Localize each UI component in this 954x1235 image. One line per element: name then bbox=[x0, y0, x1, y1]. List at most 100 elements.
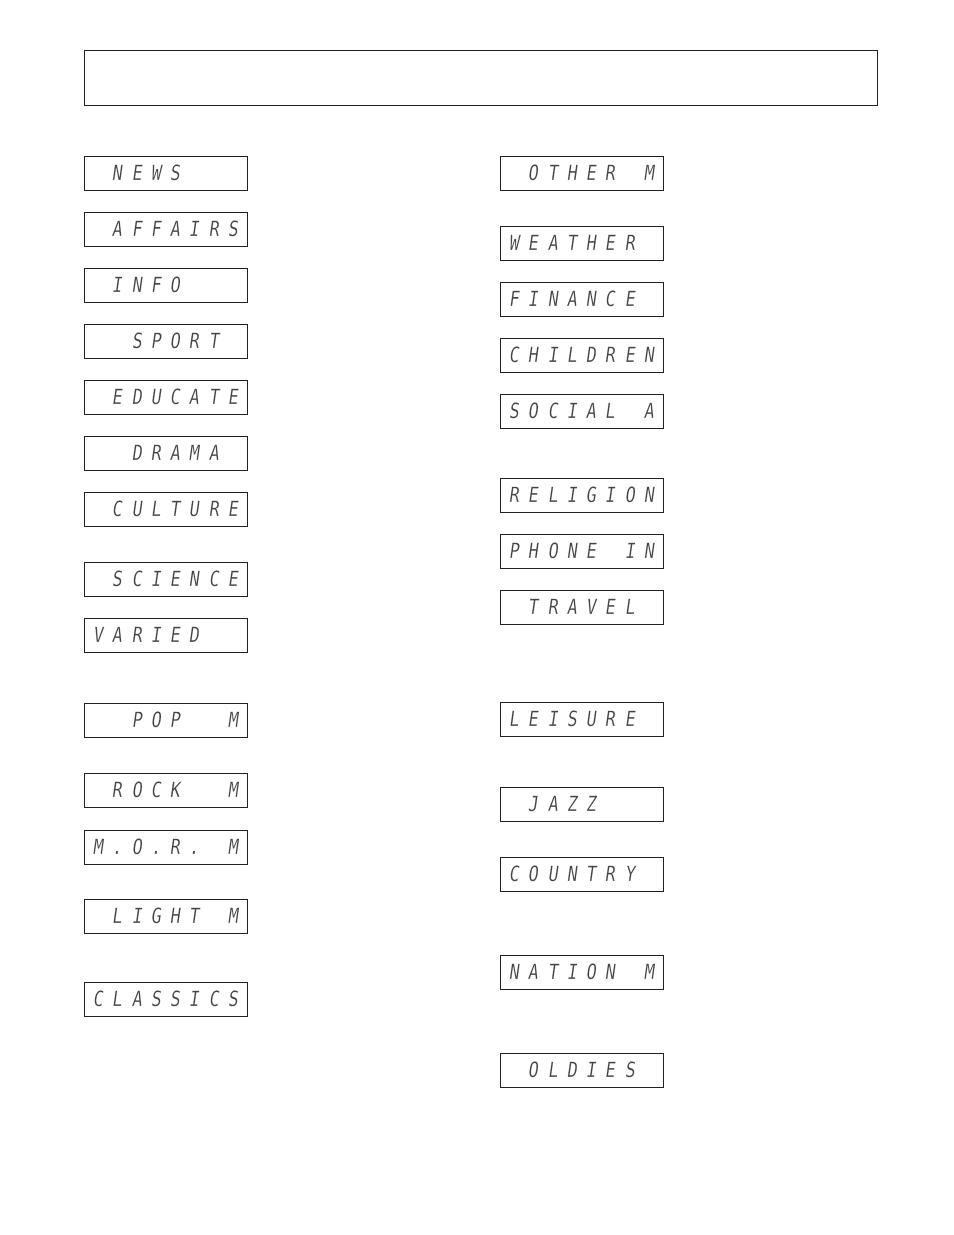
lcd-character bbox=[204, 899, 224, 934]
lcd-character: I bbox=[565, 483, 580, 507]
lcd-character: O bbox=[623, 483, 637, 507]
lcd-display: WEATHER bbox=[500, 226, 664, 261]
lcd-character: O bbox=[527, 862, 541, 886]
lcd-character bbox=[88, 773, 108, 808]
lcd-character: I bbox=[149, 623, 164, 647]
lcd-character: R bbox=[604, 862, 618, 886]
lcd-character: O bbox=[584, 960, 599, 984]
lcd-character: I bbox=[623, 539, 637, 563]
lcd-character: I bbox=[188, 987, 202, 1011]
lcd-character: E bbox=[226, 497, 241, 521]
lcd-display: NEWS bbox=[84, 156, 248, 191]
lcd-text: JAZZ bbox=[505, 788, 659, 821]
lcd-character: R bbox=[207, 217, 221, 241]
lcd-character: C bbox=[111, 497, 125, 521]
lcd-text: COUNTRY bbox=[505, 858, 659, 891]
lcd-character bbox=[639, 857, 659, 892]
lcd-character: T bbox=[527, 595, 541, 619]
lcd-character: R bbox=[604, 707, 618, 731]
lcd-text: TRAVEL bbox=[505, 591, 659, 624]
lcd-character: R bbox=[188, 329, 202, 353]
lcd-character: I bbox=[149, 567, 164, 591]
lcd-character bbox=[639, 282, 659, 317]
lcd-character: S bbox=[168, 987, 183, 1011]
lcd-character: C bbox=[149, 778, 164, 802]
lcd-character: D bbox=[188, 623, 202, 647]
lcd-character: A bbox=[168, 217, 183, 241]
lcd-text: DRAMA bbox=[89, 437, 243, 470]
lcd-character bbox=[223, 618, 243, 653]
lcd-character: R bbox=[149, 441, 164, 465]
lcd-character: A bbox=[188, 385, 202, 409]
lcd-character bbox=[504, 787, 524, 822]
lcd-character: A bbox=[130, 987, 144, 1011]
lcd-character: N bbox=[546, 287, 560, 311]
lcd-character: C bbox=[546, 399, 560, 423]
lcd-text: POP M bbox=[89, 704, 243, 737]
lcd-character bbox=[185, 773, 205, 808]
lcd-character: F bbox=[149, 217, 164, 241]
lcd-text: LEISURE bbox=[505, 703, 659, 736]
lcd-character: R bbox=[207, 497, 221, 521]
lcd-character: C bbox=[168, 385, 183, 409]
lcd-character: A bbox=[565, 595, 580, 619]
lcd-character: U bbox=[188, 497, 202, 521]
lcd-character: S bbox=[130, 329, 144, 353]
lcd-text: AFFAIRS bbox=[89, 213, 243, 246]
lcd-character: R bbox=[604, 161, 618, 185]
lcd-character: F bbox=[130, 217, 144, 241]
lcd-character bbox=[88, 268, 108, 303]
lcd-display: POP M bbox=[84, 703, 248, 738]
lcd-character: M bbox=[91, 835, 106, 859]
lcd-character bbox=[620, 394, 640, 429]
lcd-character: H bbox=[584, 231, 599, 255]
lcd-character: I bbox=[565, 960, 580, 984]
lcd-display: OLDIES bbox=[500, 1053, 664, 1088]
lcd-character: C bbox=[91, 987, 106, 1011]
lcd-character: C bbox=[507, 862, 522, 886]
lcd-character: T bbox=[584, 862, 599, 886]
lcd-character: M bbox=[188, 441, 202, 465]
lcd-character bbox=[639, 226, 659, 261]
lcd-character: N bbox=[565, 862, 580, 886]
lcd-character: W bbox=[507, 231, 522, 255]
lcd-display: AFFAIRS bbox=[84, 212, 248, 247]
lcd-display: PHONE IN bbox=[500, 534, 664, 569]
lcd-character bbox=[504, 1053, 524, 1088]
lcd-character: L bbox=[149, 497, 164, 521]
lcd-display: ROCK M bbox=[84, 773, 248, 808]
lcd-character: E bbox=[226, 567, 241, 591]
lcd-character: U bbox=[584, 707, 599, 731]
lcd-character: U bbox=[149, 385, 164, 409]
lcd-character: C bbox=[507, 343, 522, 367]
lcd-character: A bbox=[111, 217, 125, 241]
lcd-character: N bbox=[604, 960, 618, 984]
lcd-character: G bbox=[149, 904, 164, 928]
lcd-character: S bbox=[111, 567, 125, 591]
lcd-character: N bbox=[642, 539, 657, 563]
lcd-character: S bbox=[507, 399, 522, 423]
lcd-character: O bbox=[527, 399, 541, 423]
lcd-display: TRAVEL bbox=[500, 590, 664, 625]
lcd-character: M bbox=[226, 778, 241, 802]
lcd-character bbox=[204, 268, 224, 303]
lcd-character: H bbox=[527, 343, 541, 367]
lcd-character: I bbox=[604, 483, 618, 507]
lcd-display: VARIED bbox=[84, 618, 248, 653]
lcd-character: O bbox=[527, 161, 541, 185]
lcd-character: D bbox=[130, 385, 144, 409]
lcd-display: SPORT bbox=[84, 324, 248, 359]
lcd-text: M.O.R. M bbox=[89, 831, 243, 864]
lcd-text: SCIENCE bbox=[89, 563, 243, 596]
lcd-character: N bbox=[111, 161, 125, 185]
lcd-character: E bbox=[168, 567, 183, 591]
lcd-character bbox=[88, 492, 108, 527]
lcd-character: R bbox=[507, 483, 522, 507]
lcd-character bbox=[204, 773, 224, 808]
lcd-display: COUNTRY bbox=[500, 857, 664, 892]
lcd-character: E bbox=[226, 385, 241, 409]
lcd-character: E bbox=[527, 707, 541, 731]
lcd-character: N bbox=[584, 287, 599, 311]
lcd-character bbox=[108, 436, 128, 471]
lcd-character bbox=[88, 324, 108, 359]
